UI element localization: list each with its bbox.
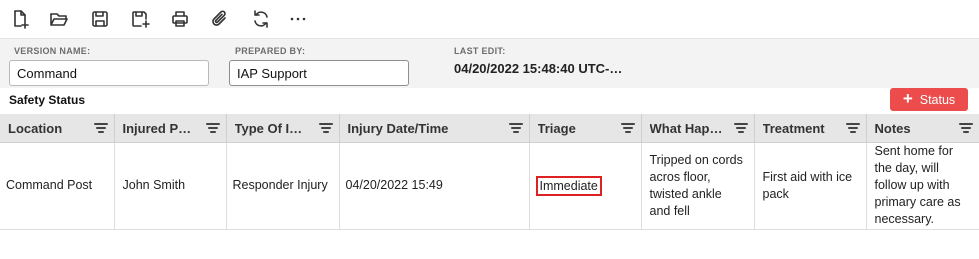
last-edit-value: 04/20/2022 15:48:40 UTC-…	[454, 61, 623, 76]
filter-icon[interactable]	[620, 123, 635, 134]
filter-icon[interactable]	[958, 123, 973, 134]
column-header-injury-datetime[interactable]: Injury Date/Time	[339, 114, 530, 143]
column-header-location[interactable]: Location	[0, 114, 115, 143]
cell-notes[interactable]: Sent home for the day, will follow up wi…	[866, 142, 979, 230]
cell-treatment[interactable]: First aid with ice pack	[754, 142, 867, 230]
column-header-injured-person[interactable]: Injured P…	[114, 114, 227, 143]
prepared-by-field[interactable]	[229, 60, 409, 86]
filter-icon[interactable]	[508, 123, 523, 134]
version-name-field[interactable]	[9, 60, 209, 86]
print-icon[interactable]	[168, 7, 192, 31]
triage-value: Immediate	[535, 175, 602, 196]
cell-triage[interactable]: Immediate	[529, 142, 642, 230]
table-row[interactable]: Command Post John Smith Responder Injury…	[0, 142, 979, 230]
column-header-type-of-injury[interactable]: Type Of I…	[226, 114, 340, 143]
last-edit-label: LAST EDIT:	[454, 46, 506, 56]
column-header-notes[interactable]: Notes	[866, 114, 979, 143]
filter-icon[interactable]	[205, 123, 220, 134]
filter-icon[interactable]	[845, 123, 860, 134]
filter-icon[interactable]	[733, 123, 748, 134]
section-header: Safety Status + Status	[0, 88, 979, 114]
table-header-row: Location Injured P… Type Of I… Injury Da…	[0, 114, 979, 143]
new-document-icon[interactable]	[8, 7, 32, 31]
save-as-icon[interactable]	[128, 7, 152, 31]
attach-icon[interactable]	[208, 7, 232, 31]
cell-injured-person[interactable]: John Smith	[114, 142, 227, 230]
toolbar	[0, 0, 979, 38]
filter-icon[interactable]	[318, 123, 333, 134]
section-title: Safety Status	[9, 93, 86, 107]
version-form: VERSION NAME: PREPARED BY: LAST EDIT: 04…	[0, 38, 979, 88]
prepared-by-label: PREPARED BY:	[235, 46, 306, 56]
more-icon[interactable]	[286, 7, 310, 31]
plus-icon: +	[902, 89, 913, 108]
add-status-button[interactable]: + Status	[890, 88, 968, 111]
column-header-triage[interactable]: Triage	[529, 114, 642, 143]
column-header-what-happened[interactable]: What Hap…	[641, 114, 755, 143]
refresh-icon[interactable]	[249, 7, 273, 31]
cell-injury-datetime[interactable]: 04/20/2022 15:49	[339, 142, 530, 230]
column-header-treatment[interactable]: Treatment	[754, 114, 867, 143]
save-icon[interactable]	[88, 7, 112, 31]
safety-status-table: Location Injured P… Type Of I… Injury Da…	[0, 114, 979, 230]
cell-what-happened[interactable]: Tripped on cords acros floor, twisted an…	[641, 142, 755, 230]
filter-icon[interactable]	[93, 123, 108, 134]
cell-type-of-injury[interactable]: Responder Injury	[226, 142, 340, 230]
status-button-label: Status	[919, 92, 956, 107]
open-folder-icon[interactable]	[47, 7, 71, 31]
version-name-label: VERSION NAME:	[14, 46, 91, 56]
cell-location[interactable]: Command Post	[0, 142, 115, 230]
